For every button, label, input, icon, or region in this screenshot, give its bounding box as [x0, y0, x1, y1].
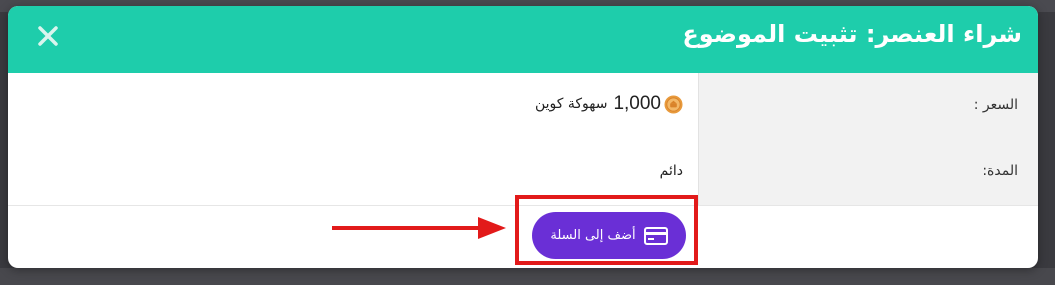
add-to-cart-label: أضف إلى السلة: [550, 228, 636, 243]
price-label: السعر :: [973, 97, 1018, 113]
price-value-cell: 1,000 سهوكة كوين: [8, 73, 698, 139]
duration-row: المدة: دائم: [8, 139, 1038, 205]
credit-card-icon: [643, 226, 668, 245]
price-currency: سهوكة كوين: [534, 96, 608, 112]
modal-footer: أضف إلى السلة: [8, 205, 1038, 268]
duration-value-cell: دائم: [8, 139, 698, 205]
coin-icon: [664, 94, 683, 114]
modal-header: شراء العنصر: تثبيت الموضوع: [8, 6, 1038, 73]
modal-title: شراء العنصر: تثبيت الموضوع: [682, 20, 1022, 48]
duration-label-cell: المدة:: [698, 139, 1038, 205]
close-icon: [38, 26, 58, 46]
item-details-table: السعر : 1,000 سهوكة كوين المدة: دائم: [8, 73, 1038, 206]
close-button[interactable]: [34, 22, 64, 52]
duration-value: دائم: [659, 163, 683, 179]
duration-label: المدة:: [982, 163, 1018, 179]
backdrop-bottom: [0, 268, 1055, 285]
price-row: السعر : 1,000 سهوكة كوين: [8, 73, 1038, 139]
price-value: 1,000 سهوكة كوين: [535, 93, 683, 115]
price-amount: 1,000: [613, 93, 661, 114]
price-label-cell: السعر :: [698, 73, 1038, 139]
add-to-cart-button[interactable]: أضف إلى السلة: [532, 212, 686, 259]
purchase-item-modal: شراء العنصر: تثبيت الموضوع السعر : 1,000…: [8, 6, 1038, 268]
